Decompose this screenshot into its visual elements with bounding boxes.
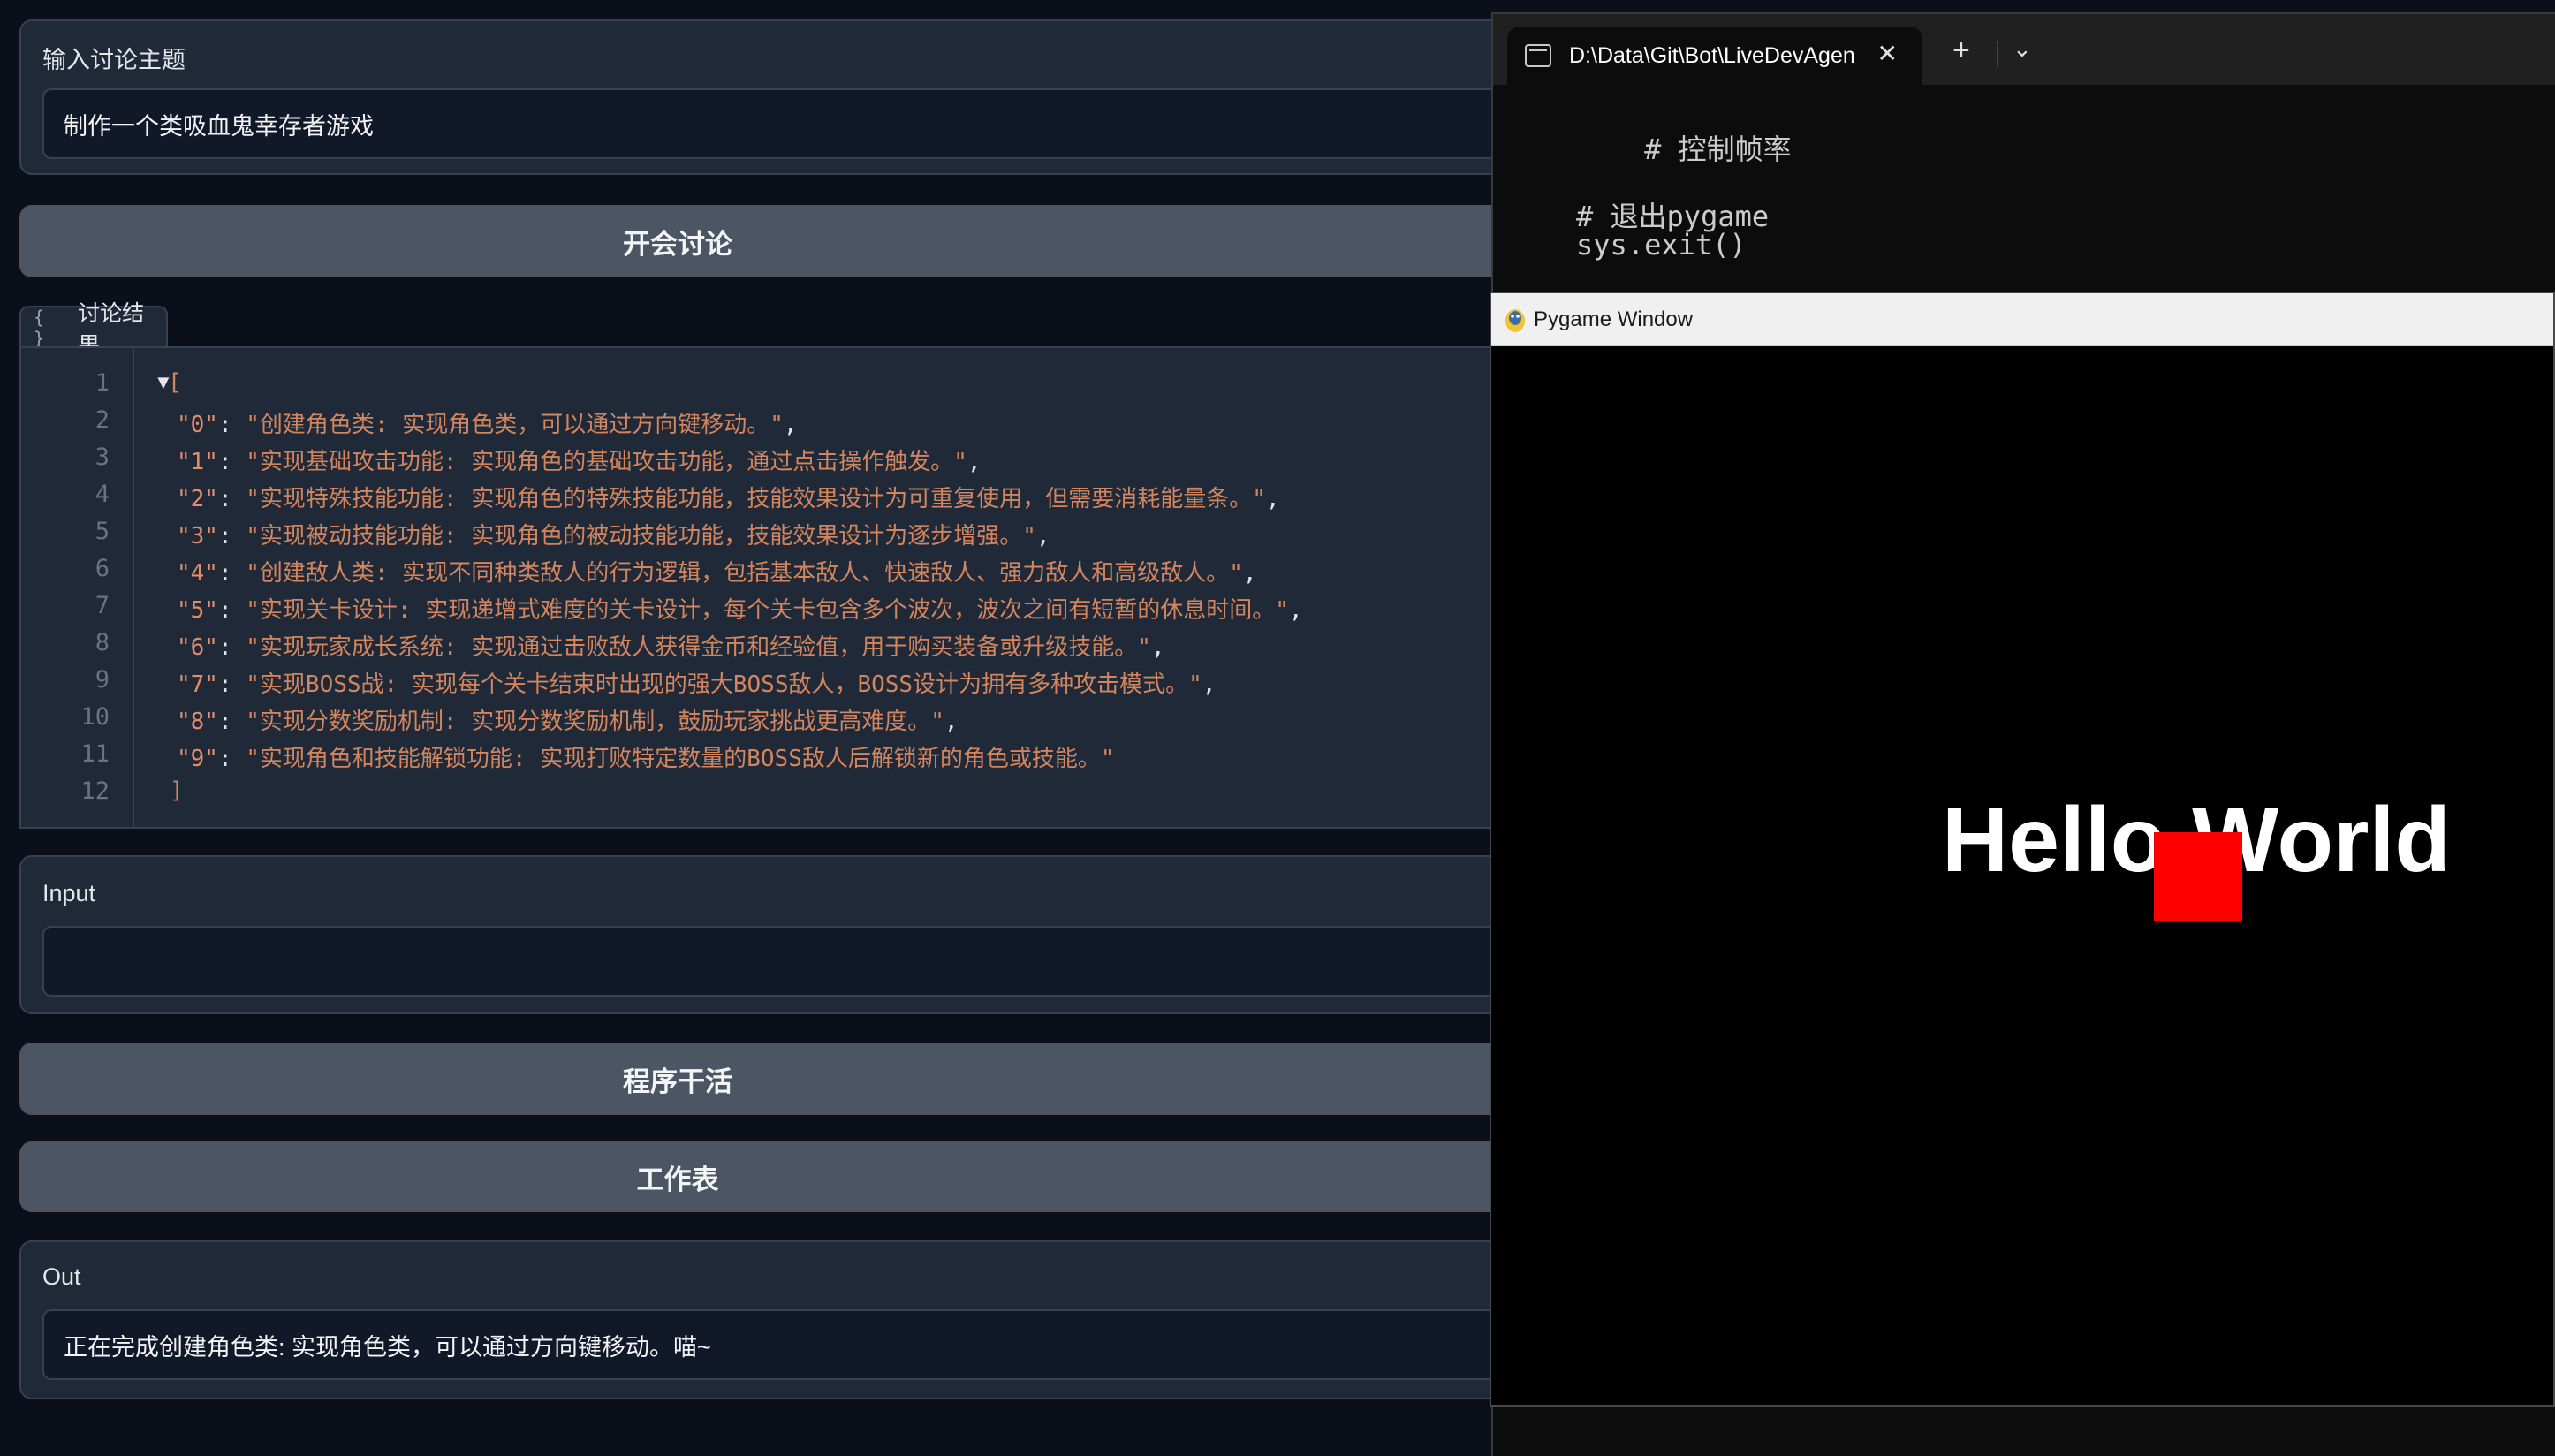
line-number: 9 (95, 666, 110, 694)
python-snake-icon (1505, 308, 1525, 332)
line-number: 4 (95, 481, 110, 508)
code-line: "7": "实现BOSS战: 实现每个关卡结束时出现的强大BOSS敌人，BOSS… (177, 671, 1217, 698)
input-label: Input (42, 880, 96, 906)
line-number: 6 (95, 555, 110, 582)
code-line: "5": "实现关卡设计: 实现递增式难度的关卡设计，每个关卡包含多个波次，波次… (177, 597, 1303, 624)
line-number: 5 (95, 518, 110, 545)
line-number: 2 (95, 406, 110, 434)
line-number: 8 (95, 629, 110, 656)
tab-separator (1997, 41, 1998, 67)
terminal-tab-bar: D:\Data\Git\Bot\LiveDevAgen ✕ + ⌄ (1493, 14, 2555, 85)
terminal-icon (1525, 44, 1551, 67)
terminal-line: # 控制帧率 (1576, 133, 1792, 166)
open-bracket: [ (168, 369, 182, 396)
line-number: 10 (80, 703, 110, 731)
terminal-tab[interactable]: D:\Data\Git\Bot\LiveDevAgen ✕ (1507, 27, 1922, 85)
code-line: "9": "实现角色和技能解锁功能: 实现打败特定数量的BOSS敌人后解锁新的角… (177, 746, 1115, 772)
topic-label: 输入讨论主题 (42, 47, 186, 73)
out-label: Out (42, 1263, 81, 1290)
line-number: 11 (80, 740, 110, 768)
code-line: "3": "实现被动技能功能: 实现角色的被动技能功能，技能效果设计为逐步增强。… (177, 523, 1050, 550)
result-tab[interactable]: { } 讨论结果 (19, 301, 168, 358)
code-line: "1": "实现基础攻击功能: 实现角色的基础攻击功能，通过点击操作触发。", (177, 449, 982, 475)
code-line: "4": "创建敌人类: 实现不同种类敌人的行为逻辑，包括基本敌人、快速敌人、强… (177, 560, 1257, 587)
new-tab-button[interactable]: + (1952, 34, 1970, 68)
line-number-gutter: 1 2 3 4 5 6 7 8 9 10 11 12 (21, 348, 134, 827)
line-number: 1 (95, 369, 110, 397)
code-line: "8": "实现分数奖励机制: 实现分数奖励机制，鼓励玩家挑战更高难度。", (177, 709, 959, 735)
close-icon[interactable]: ✕ (1877, 39, 1898, 68)
close-bracket: ] (170, 777, 184, 804)
line-number: 12 (80, 777, 110, 805)
code-line: "2": "实现特殊技能功能: 实现角色的特殊技能功能，技能效果设计为可重复使用… (177, 486, 1280, 512)
player-square (2154, 832, 2242, 921)
line-number: 7 (95, 592, 110, 619)
terminal-line: sys.exit() (1576, 228, 1747, 262)
pygame-window[interactable]: Pygame Window Hello World (1490, 292, 2555, 1407)
chevron-down-icon[interactable]: ⌄ (2013, 35, 2032, 63)
pygame-window-title: Pygame Window (1534, 307, 1694, 331)
code-line: "0": "创建角色类: 实现角色类，可以通过方向键移动。", (177, 412, 798, 438)
json-icon: { } (34, 307, 45, 349)
pygame-titlebar[interactable]: Pygame Window (1491, 293, 2553, 346)
line-number: 3 (95, 444, 110, 471)
terminal-tab-title: D:\Data\Git\Bot\LiveDevAgen (1569, 42, 1855, 68)
code-line: "6": "实现玩家成长系统: 实现通过击败敌人获得金币和经验值，用于购买装备或… (177, 634, 1165, 661)
